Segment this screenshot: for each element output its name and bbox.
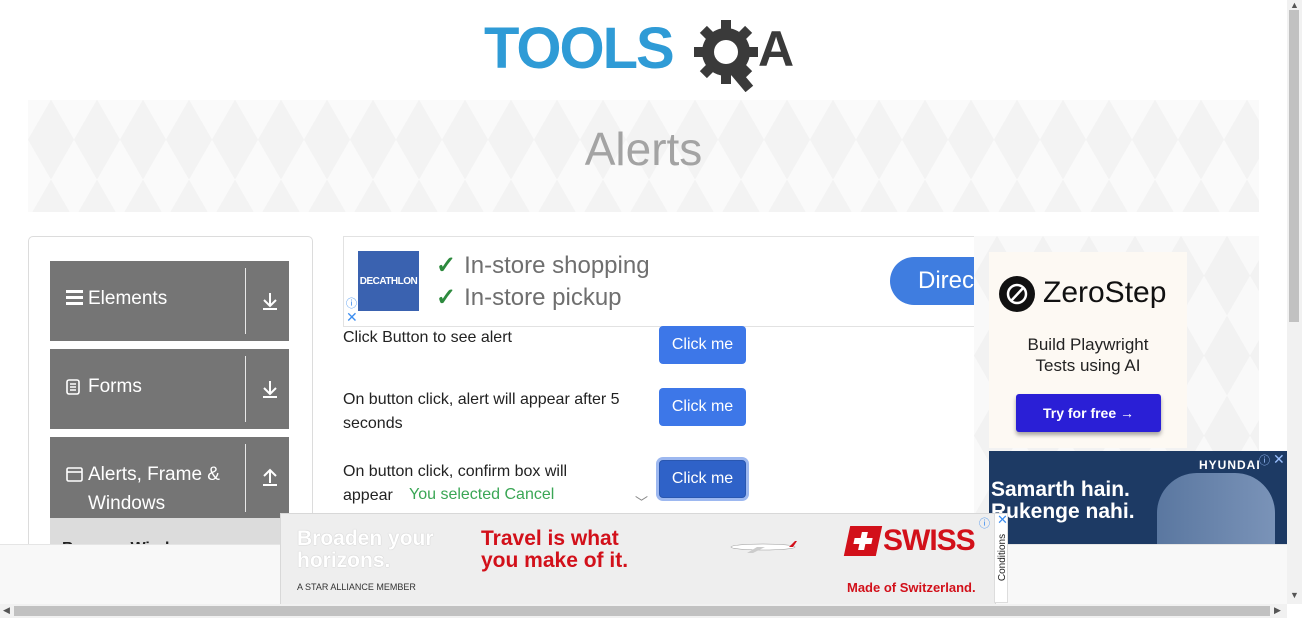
top-advertisement[interactable]: DECATHLON ✓ In-store shopping ✓ In-store p…	[343, 236, 976, 327]
conditions-tab[interactable]: Conditions ✕	[994, 512, 1009, 603]
sidebar-group-label: Alerts, Frame &	[88, 464, 220, 485]
adchoices-icon[interactable]: ⓘ	[979, 515, 990, 531]
alert-button[interactable]: Click me	[659, 326, 746, 364]
hyundai-logo: HYUNDAI	[1199, 458, 1261, 472]
sidebar-group-alerts-frame-windows[interactable]: Alerts, Frame & Windows	[50, 437, 289, 519]
hyundai-ad-line2: Rukenge nahi.	[991, 500, 1135, 523]
page-header-banner: Alerts	[28, 100, 1259, 212]
zerostep-tagline-line1: Build Playwright	[1027, 335, 1149, 354]
zerostep-logo-icon	[999, 276, 1035, 312]
alert-label: Click Button to see alert	[343, 329, 512, 346]
confirm-button[interactable]: Click me	[659, 460, 746, 498]
sidebar-group-elements[interactable]: Elements	[50, 261, 289, 341]
zerostep-ad[interactable]: ZeroStep Build Playwright Tests using AI…	[989, 252, 1187, 448]
gear-magnifier-icon	[694, 20, 758, 93]
window-icon	[66, 467, 83, 487]
timer-alert-label: On button click, alert will appear after…	[343, 391, 620, 408]
scroll-left-icon[interactable]: ◀	[3, 605, 10, 616]
try-for-free-button[interactable]: Try for free →	[1016, 394, 1161, 432]
sidebar-group-label: Forms	[88, 376, 142, 397]
divider	[245, 356, 246, 422]
swiss-ad-footer: Made of Switzerland.	[847, 580, 976, 595]
ad-feature-line: ✓ In-store shopping	[436, 251, 650, 280]
page-title: Alerts	[584, 123, 703, 175]
swiss-logo: SWISS	[883, 524, 976, 557]
sidebar: Elements Forms Alerts, Frame & Windows B…	[28, 236, 313, 578]
upload-icon[interactable]	[254, 461, 286, 493]
scroll-down-icon[interactable]: ▼	[1290, 590, 1299, 600]
swiss-ad-slogan-line2: you make of it.	[481, 549, 629, 572]
zerostep-tagline-line2: Tests using AI	[1035, 356, 1141, 375]
logo-text-tools: TOOLS	[484, 16, 673, 81]
adchoices-icon[interactable]: ⓘ	[1259, 452, 1270, 468]
vertical-scrollbar[interactable]: ▲ ▼	[1287, 0, 1302, 604]
sidebar-group-forms[interactable]: Forms	[50, 349, 289, 429]
decathlon-logo: DECATHLON	[358, 251, 419, 311]
confirm-label: On button click, confirm box will	[343, 463, 568, 480]
horizontal-scroll-thumb[interactable]	[14, 606, 1270, 616]
check-icon: ✓	[436, 252, 457, 279]
download-icon[interactable]	[254, 285, 286, 317]
ad-feature-text: In-store shopping	[464, 252, 650, 279]
sidebar-group-label-line2: Windows	[88, 493, 166, 514]
directions-button[interactable]: Direc	[890, 257, 976, 305]
timer-alert-button[interactable]: Click me	[659, 388, 746, 426]
download-icon[interactable]	[254, 373, 286, 405]
swiss-ad-slogan-line1: Travel is what	[481, 527, 619, 550]
sidebar-group-label: Elements	[88, 288, 168, 309]
confirm-label-line2: appear	[343, 487, 393, 504]
divider	[245, 268, 246, 334]
conditions-label: Conditions	[997, 533, 1009, 582]
scroll-right-icon[interactable]: ▶	[1274, 605, 1281, 616]
ad-feature-text: In-store pickup	[464, 284, 622, 311]
horizontal-scrollbar[interactable]: ◀ ▶	[0, 604, 1287, 618]
zerostep-tagline: Build Playwright Tests using AI	[989, 334, 1187, 376]
close-icon[interactable]: ✕	[1273, 451, 1285, 468]
ad-photo	[1157, 473, 1275, 546]
document-icon	[66, 379, 80, 400]
close-icon[interactable]: ✕	[997, 512, 1008, 528]
divider	[245, 444, 246, 512]
timer-alert-label-line2: seconds	[343, 415, 403, 432]
vertical-scroll-thumb[interactable]	[1289, 10, 1299, 322]
airplane-icon	[730, 541, 797, 553]
swiss-flag-icon	[843, 526, 883, 556]
star-alliance-label: A STAR ALLIANCE MEMBER	[297, 582, 416, 592]
scroll-up-icon[interactable]: ▲	[1290, 0, 1299, 10]
logo-text-a: A	[758, 21, 794, 77]
zerostep-brand: ZeroStep	[1043, 276, 1167, 309]
swiss-ad-headline-line2: horizons.	[297, 549, 391, 572]
toolsqa-logo-graphic: TOOLS A	[484, 16, 794, 93]
check-icon: ✓	[436, 284, 457, 311]
toolsqa-logo[interactable]: TOOLS A	[484, 14, 808, 93]
swiss-ad[interactable]: Broaden your horizons. A STAR ALLIANCE M…	[280, 513, 996, 605]
hamburger-icon	[66, 289, 83, 310]
hyundai-ad-text: Samarth hain. Rukenge nahi.	[991, 479, 1135, 523]
hyundai-ad-line1: Samarth hain.	[991, 478, 1130, 501]
swiss-ad-slogan: Travel is what you make of it.	[481, 528, 628, 572]
swiss-ad-headline-line1: Broaden your	[297, 527, 434, 550]
close-icon[interactable]: ✕	[346, 309, 358, 326]
chevron-down-icon: ﹀	[635, 495, 649, 510]
ad-feature-line: ✓ In-store pickup	[436, 283, 622, 312]
hyundai-ad[interactable]: HYUNDAI Samarth hain. Rukenge nahi. ⓘ ✕	[989, 451, 1287, 546]
swiss-ad-headline: Broaden your horizons.	[297, 528, 434, 572]
confirm-result: You selected Cancel	[409, 486, 555, 503]
